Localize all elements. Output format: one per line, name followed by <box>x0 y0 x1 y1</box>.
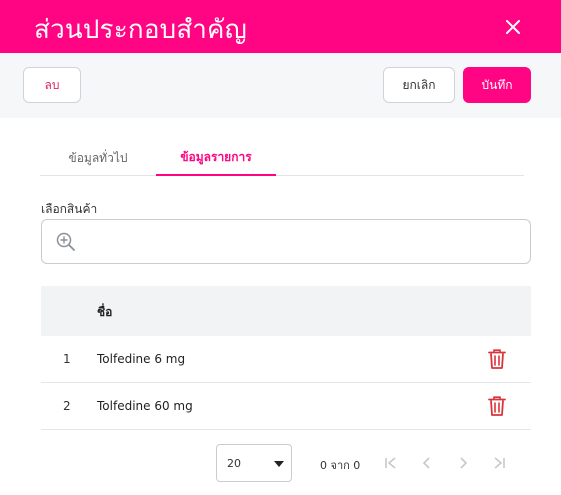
row-number: 1 <box>63 352 71 366</box>
save-button[interactable]: บันทึก <box>463 67 531 103</box>
caret-down-icon <box>274 461 284 467</box>
product-search-input[interactable] <box>86 228 516 256</box>
chevron-right-icon <box>460 457 468 469</box>
pagination-range: 0 จาก 0 <box>320 459 361 472</box>
rows-per-page-value: 20 <box>227 457 241 470</box>
dialog-header: ส่วนประกอบสำคัญ <box>0 0 561 53</box>
tab-item-info[interactable]: ข้อมูลรายการ <box>156 140 276 176</box>
table-row: 2 Tolfedine 60 mg <box>41 383 531 430</box>
next-page-button[interactable] <box>454 454 472 472</box>
table-header: ชื่อ <box>41 286 531 336</box>
tab-general-info[interactable]: ข้อมูลทั่วไป <box>40 140 156 176</box>
prev-page-button[interactable] <box>418 454 436 472</box>
items-table: ชื่อ 1 Tolfedine 6 mg 2 Tolfedine 60 mg <box>41 286 531 430</box>
last-page-button[interactable] <box>490 454 508 472</box>
delete-row-button[interactable] <box>487 395 509 417</box>
trash-icon <box>488 349 506 369</box>
last-page-icon <box>494 457 505 469</box>
dialog-title: ส่วนประกอบสำคัญ <box>34 15 247 45</box>
row-name: Tolfedine 60 mg <box>97 399 193 413</box>
trash-icon <box>488 396 506 416</box>
column-header-name: ชื่อ <box>97 305 113 319</box>
delete-row-button[interactable] <box>487 348 509 370</box>
product-search-label: เลือกสินค้า <box>41 202 98 216</box>
zoom-in-icon <box>56 232 75 251</box>
tab-bar: ข้อมูลทั่วไป ข้อมูลรายการ <box>40 140 524 176</box>
delete-button[interactable]: ลบ <box>23 67 81 103</box>
table-row: 1 Tolfedine 6 mg <box>41 336 531 383</box>
close-icon <box>506 20 520 34</box>
close-button[interactable] <box>498 12 528 42</box>
product-search-field[interactable] <box>41 219 531 264</box>
cancel-button[interactable]: ยกเลิก <box>383 67 455 103</box>
rows-per-page-select[interactable]: 20 <box>216 444 292 482</box>
chevron-left-icon <box>422 457 430 469</box>
first-page-icon <box>385 457 396 469</box>
pagination: 20 0 จาก 0 <box>216 444 531 482</box>
row-name: Tolfedine 6 mg <box>97 352 186 366</box>
dialog-toolbar: ลบ ยกเลิก บันทึก <box>0 53 561 118</box>
first-page-button[interactable] <box>382 454 400 472</box>
row-number: 2 <box>63 399 71 413</box>
